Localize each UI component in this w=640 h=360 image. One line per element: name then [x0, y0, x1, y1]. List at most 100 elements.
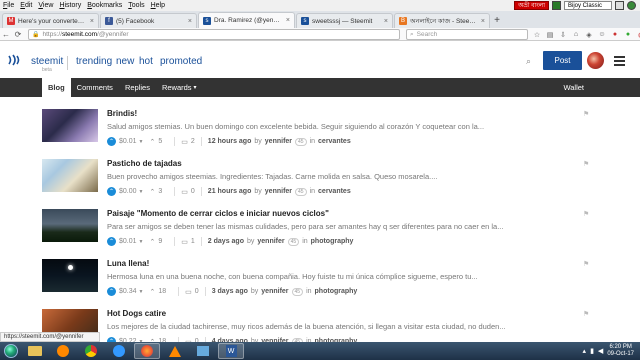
network-status-icon[interactable]: ▮	[590, 347, 594, 355]
tab-comments[interactable]: Comments	[71, 78, 119, 97]
payout-caret-icon[interactable]: ▼	[139, 189, 144, 195]
comment-icon[interactable]: ▭	[181, 188, 188, 196]
search-input[interactable]: ⌕ Search	[406, 29, 528, 40]
post-comments[interactable]: 0	[191, 188, 195, 195]
post-excerpt[interactable]: Hermosa luna en una buena noche, con bue…	[107, 272, 567, 281]
back-arrow-icon[interactable]: ←	[0, 29, 12, 40]
post-comments[interactable]: 1	[191, 238, 195, 245]
post-time[interactable]: 2 days ago	[208, 238, 244, 245]
post-author[interactable]: yennifer	[265, 138, 292, 145]
keyboard-icon[interactable]	[552, 1, 561, 10]
close-tab-icon[interactable]: ×	[90, 18, 94, 25]
taskbar-media-icon[interactable]	[50, 343, 76, 359]
hamburger-menu-icon[interactable]	[614, 56, 625, 66]
comment-icon[interactable]: ▭	[181, 238, 188, 246]
tab-rewards[interactable]: Rewards ▾	[156, 78, 203, 97]
tab-blog[interactable]: Blog	[42, 78, 71, 97]
reading-list-icon[interactable]: ▤	[545, 31, 555, 39]
url-bar[interactable]: 🔒 https:// steemit.com /@yennifer	[28, 29, 400, 40]
post-votes[interactable]: 3	[158, 188, 162, 195]
post-thumbnail[interactable]	[42, 209, 98, 242]
post-time[interactable]: 12 hours ago	[208, 138, 252, 145]
post-payout[interactable]: $0.01	[119, 138, 137, 145]
tab-replies[interactable]: Replies	[119, 78, 156, 97]
pocket-icon[interactable]: ◈	[584, 31, 594, 39]
flag-icon[interactable]: ⚑	[583, 110, 589, 118]
upvote-icon[interactable]: ⌃	[107, 187, 116, 196]
browser-tab[interactable]: MHere's your converted docu×	[2, 13, 99, 28]
upvote-icon[interactable]: ⌃	[107, 287, 116, 296]
browser-tab[interactable]: sDra. Ramirez (@yennifer) —×	[198, 12, 295, 28]
post-author[interactable]: yennifer	[261, 288, 288, 295]
taskbar-explorer-icon[interactable]	[22, 343, 48, 359]
nav-trending[interactable]: trending	[76, 56, 112, 67]
payout-caret-icon[interactable]: ▼	[139, 139, 144, 145]
brand-name[interactable]: steemit	[31, 56, 63, 67]
extension-2-icon[interactable]: ●	[623, 31, 633, 38]
taskbar-firefox-icon[interactable]	[134, 343, 160, 359]
close-tab-icon[interactable]: ×	[384, 18, 388, 25]
user-avatar[interactable]	[587, 52, 604, 69]
payout-caret-icon[interactable]: ▼	[139, 289, 144, 295]
post-category[interactable]: photography	[311, 238, 354, 245]
post-excerpt[interactable]: Los mejores de la ciudad tachirense, muy…	[107, 322, 567, 331]
steemit-logo-icon[interactable]	[8, 54, 22, 66]
menu-file[interactable]: File	[0, 2, 17, 9]
extension-3-icon[interactable]: ◍	[636, 31, 640, 39]
post-thumbnail[interactable]	[42, 109, 98, 142]
flag-icon[interactable]: ⚑	[583, 160, 589, 168]
site-search-icon[interactable]: ⌕	[526, 56, 531, 67]
post-author[interactable]: yennifer	[257, 238, 284, 245]
post-title[interactable]: Luna llena!	[107, 259, 149, 268]
menu-bookmarks[interactable]: Bookmarks	[84, 2, 125, 9]
post-author[interactable]: yennifer	[265, 188, 292, 195]
close-tab-icon[interactable]: ×	[188, 18, 192, 25]
post-payout[interactable]: $0.34	[119, 288, 137, 295]
menu-help[interactable]: Help	[148, 2, 168, 9]
post-votes[interactable]: 18	[158, 288, 166, 295]
post-button[interactable]: Post	[543, 51, 582, 70]
settings-icon[interactable]	[615, 1, 624, 10]
menu-history[interactable]: History	[56, 2, 84, 9]
menu-view[interactable]: View	[35, 2, 56, 9]
post-payout[interactable]: $0.01	[119, 238, 137, 245]
flag-icon[interactable]: ⚑	[583, 260, 589, 268]
post-votes[interactable]: 9	[158, 238, 162, 245]
help-icon[interactable]	[627, 1, 636, 10]
browser-tab[interactable]: f (5) Facebook ×	[100, 13, 197, 28]
post-category[interactable]: cervantes	[318, 188, 351, 195]
post-category[interactable]: cervantes	[318, 138, 351, 145]
nav-new[interactable]: new	[116, 56, 134, 67]
post-payout[interactable]: $0.00	[119, 188, 137, 195]
post-category[interactable]: photography	[315, 288, 358, 295]
post-excerpt[interactable]: Buen provecho amigos steemias. Ingredien…	[107, 172, 567, 181]
post-comments[interactable]: 0	[195, 288, 199, 295]
start-button[interactable]	[0, 343, 22, 359]
new-tab-button[interactable]: +	[491, 13, 503, 28]
post-thumbnail[interactable]	[42, 159, 98, 192]
post-title[interactable]: Pasticho de tajadas	[107, 159, 182, 168]
extension-icon[interactable]: ●	[610, 31, 620, 38]
taskbar-network-icon[interactable]	[190, 343, 216, 359]
close-tab-icon[interactable]: ×	[481, 18, 485, 25]
upvote-icon[interactable]: ⌃	[107, 137, 116, 146]
sync-icon[interactable]: ☺	[597, 31, 607, 38]
upvote-icon[interactable]: ⌃	[107, 237, 116, 246]
post-votes[interactable]: 5	[158, 138, 162, 145]
language-badge[interactable]: অভ্রী বাংলা	[514, 1, 549, 10]
volume-icon[interactable]: ◀	[598, 347, 603, 355]
post-title[interactable]: Hot Dogs catire	[107, 309, 166, 318]
post-title[interactable]: Brindis!	[107, 109, 137, 118]
keyboard-layout-select[interactable]: Bijoy Classic	[564, 1, 612, 10]
post-time[interactable]: 21 hours ago	[208, 188, 252, 195]
taskbar-ie-icon[interactable]	[106, 343, 132, 359]
tray-up-arrow-icon[interactable]: ▴	[583, 347, 587, 355]
taskbar-chrome-icon[interactable]	[78, 343, 104, 359]
post-thumbnail[interactable]	[42, 259, 98, 292]
tab-wallet[interactable]: Wallet	[563, 78, 584, 97]
post-excerpt[interactable]: Para ser amigos se deben tener las misma…	[107, 222, 567, 231]
close-tab-icon[interactable]: ×	[286, 17, 290, 24]
nav-hot[interactable]: hot	[139, 56, 153, 67]
reload-icon[interactable]: ⟳	[12, 29, 24, 40]
post-time[interactable]: 3 days ago	[212, 288, 248, 295]
